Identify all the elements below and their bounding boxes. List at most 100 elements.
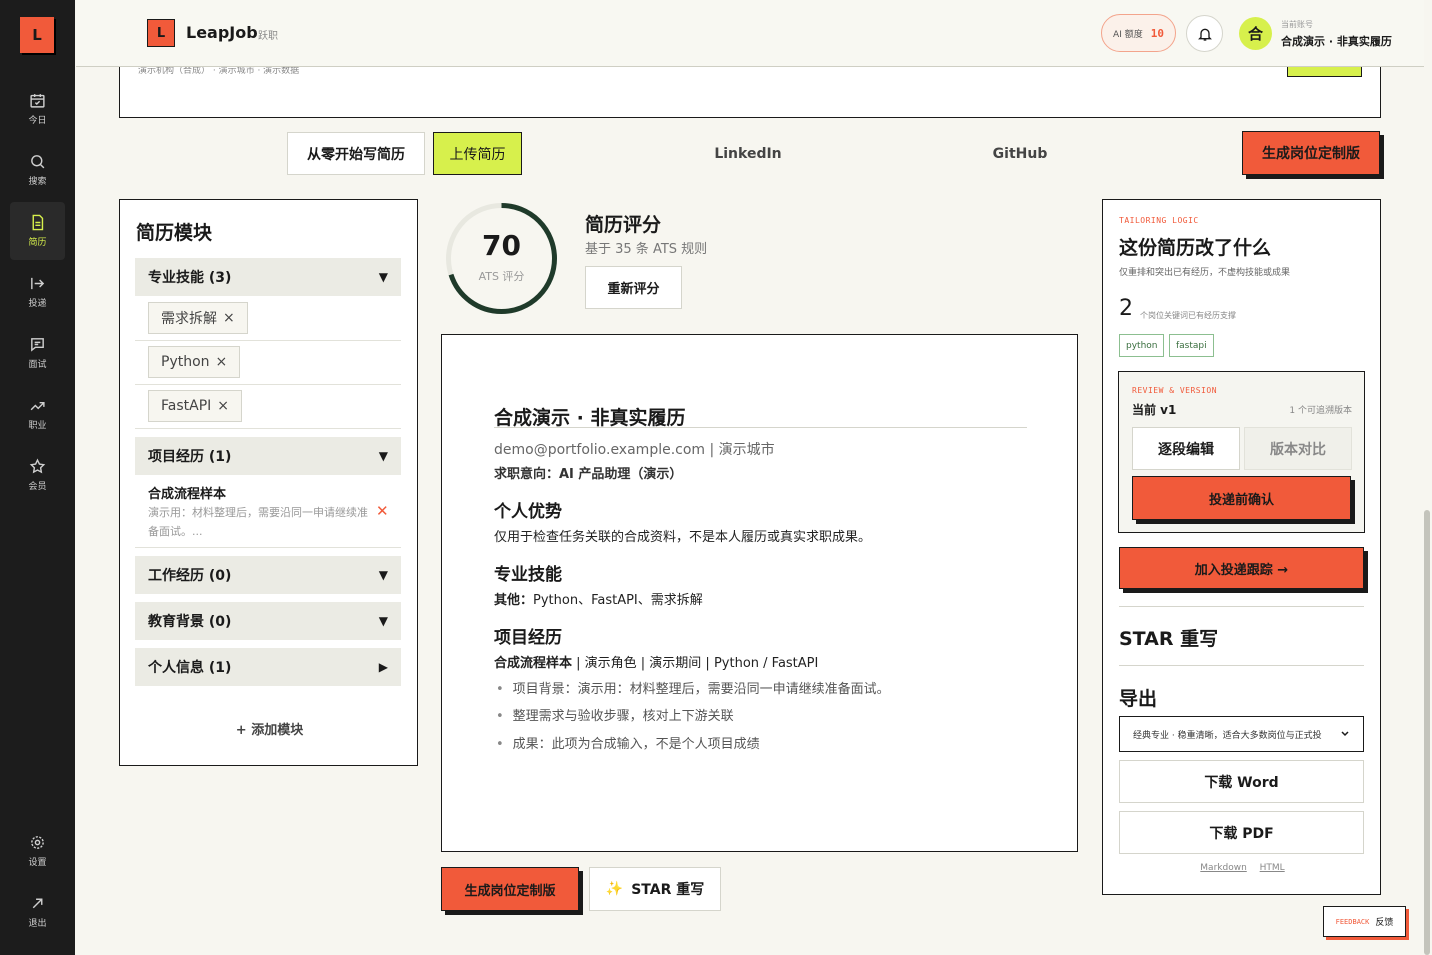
resume-name: 合成演示 · 非真实履历 bbox=[494, 407, 686, 429]
send-arrow-icon bbox=[31, 277, 45, 290]
star-rewrite-heading[interactable]: STAR 重写 bbox=[1119, 624, 1218, 651]
rescore-button[interactable]: 重新评分 bbox=[585, 266, 682, 309]
project-item-name[interactable]: 合成流程样本 bbox=[148, 483, 226, 502]
divider bbox=[1119, 606, 1364, 607]
tailoring-panel: TAILORING LOGIC 这份简历改了什么 仅重排和突出已有经历，不虚构技… bbox=[1102, 199, 1381, 895]
project-line: 合成流程样本 | 演示角色 | 演示期间 | Python / FastAPI bbox=[494, 652, 818, 671]
edit-sections-button[interactable]: 逐段编辑 bbox=[1132, 427, 1240, 470]
avatar[interactable]: 合 bbox=[1239, 17, 1272, 50]
compare-versions-button[interactable]: 版本对比 bbox=[1244, 427, 1352, 470]
ai-quota-badge[interactable]: AI 额度 10 bbox=[1101, 14, 1176, 52]
module-header-work[interactable]: 工作经历 (0) ▼ bbox=[135, 556, 401, 594]
quota-value: 10 bbox=[1150, 26, 1164, 40]
module-header-label: 个人信息 (1) bbox=[148, 660, 232, 676]
resume-intent: 求职意向：AI 产品助理（演示） bbox=[494, 467, 683, 482]
generate-tailored-button[interactable]: 生成岗位定制版 bbox=[1242, 131, 1380, 175]
brand-name: LeapJob bbox=[186, 23, 258, 42]
remove-icon[interactable]: × bbox=[223, 310, 235, 326]
rail-item-search[interactable]: 搜索 bbox=[0, 141, 75, 199]
feedback-button[interactable]: FEEDBACK 反馈 bbox=[1323, 906, 1406, 937]
section-heading-skills: 专业技能 bbox=[494, 565, 562, 585]
export-html-link[interactable]: HTML bbox=[1260, 863, 1285, 873]
keyword-count: 2 bbox=[1119, 296, 1133, 321]
resume-contact: demo@portfolio.example.com | 演示城市 bbox=[494, 442, 775, 458]
rail-item-settings[interactable]: 设置 bbox=[0, 822, 75, 880]
export-links: Markdown HTML bbox=[1103, 863, 1382, 873]
add-to-tracking-button[interactable]: 加入投递跟踪 → bbox=[1119, 547, 1364, 589]
project-bullet: 项目背景：演示用：材料整理后，需要沿同一申请继续准备面试。 bbox=[496, 678, 890, 697]
section-heading-summary: 个人优势 bbox=[494, 502, 562, 522]
tab-linkedin[interactable]: LinkedIn bbox=[688, 132, 808, 175]
score-subtitle: 基于 35 条 ATS 规则 bbox=[585, 242, 708, 257]
tailoring-kicker: TAILORING LOGIC bbox=[1119, 216, 1199, 225]
skill-chip[interactable]: Python × bbox=[148, 346, 241, 378]
caret-down-icon: ▼ bbox=[378, 449, 388, 463]
rail-item-apply[interactable]: 投递 bbox=[0, 263, 75, 321]
tab-github[interactable]: GitHub bbox=[960, 132, 1080, 175]
generate-tailored-bottom-button[interactable]: 生成岗位定制版 bbox=[441, 867, 579, 911]
remove-icon[interactable]: × bbox=[216, 354, 228, 370]
remove-icon[interactable]: × bbox=[217, 398, 229, 414]
page-scrollbar[interactable] bbox=[1424, 510, 1430, 955]
delete-project-icon[interactable]: ✕ bbox=[376, 502, 389, 520]
trend-icon bbox=[30, 401, 45, 411]
rail-item-today[interactable]: 今日 bbox=[0, 80, 75, 138]
divider bbox=[1119, 665, 1364, 666]
account-name[interactable]: 合成演示 · 非真实履历 bbox=[1281, 33, 1392, 49]
rail-label: 简历 bbox=[28, 238, 47, 248]
top-header: L LeapJob 跃职 AI 额度 10 合 当前账号 合成演示 · 非真实履… bbox=[76, 0, 1424, 67]
rail-label: 搜索 bbox=[28, 177, 47, 187]
star-icon bbox=[29, 458, 46, 474]
template-select[interactable]: 经典专业 · 稳重清晰，适合大多数岗位与正式投 bbox=[1119, 716, 1364, 752]
download-pdf-button[interactable]: 下载 PDF bbox=[1119, 811, 1364, 854]
notifications-button[interactable] bbox=[1186, 15, 1223, 52]
export-markdown-link[interactable]: Markdown bbox=[1200, 863, 1246, 873]
rail-item-career[interactable]: 职业 bbox=[0, 385, 75, 443]
module-header-label: 教育背景 (0) bbox=[148, 614, 232, 630]
module-header-info[interactable]: 个人信息 (1) ▶ bbox=[135, 648, 401, 686]
module-header-education[interactable]: 教育背景 (0) ▼ bbox=[135, 602, 401, 640]
add-module-button[interactable]: + 添加模块 bbox=[120, 719, 419, 738]
tab-upload[interactable]: 上传简历 bbox=[433, 132, 522, 175]
rail-item-interview[interactable]: 面试 bbox=[0, 324, 75, 382]
skill-chip[interactable]: 需求拆解 × bbox=[148, 302, 248, 334]
skill-chip-label: FastAPI bbox=[161, 398, 212, 414]
scrolled-card: 演示机构（合成） · 演示城市 · 演示数据 bbox=[119, 66, 1381, 118]
rail-item-logout[interactable]: 退出 bbox=[0, 883, 75, 941]
divider bbox=[494, 427, 1027, 428]
skill-chip-label: Python bbox=[161, 354, 210, 370]
review-kicker: REVIEW & VERSION bbox=[1132, 386, 1218, 395]
score-title: 简历评分 bbox=[585, 214, 662, 236]
brand-subtitle: 跃职 bbox=[258, 31, 278, 42]
rail-item-resume[interactable]: 简历 bbox=[10, 202, 65, 260]
resume-modules-panel: 简历模块 专业技能 (3) ▼ 需求拆解 × Python × FastAPI … bbox=[119, 199, 418, 766]
keyword-count-label: 个岗位关键词已有经历支撑 bbox=[1140, 311, 1236, 320]
divider bbox=[135, 428, 401, 429]
skill-chip[interactable]: FastAPI × bbox=[148, 390, 243, 422]
pre-submit-confirm-button[interactable]: 投递前确认 bbox=[1132, 476, 1351, 520]
project-name: 合成流程样本 bbox=[494, 656, 573, 671]
scrolled-card-button[interactable] bbox=[1287, 67, 1362, 77]
quota-label: AI 额度 bbox=[1113, 29, 1143, 40]
version-count: 1 个可追溯版本 bbox=[1289, 406, 1352, 416]
rail-label: 面试 bbox=[28, 360, 47, 370]
tailoring-title: 这份简历改了什么 bbox=[1119, 237, 1272, 259]
chat-icon bbox=[31, 338, 44, 352]
app-logo[interactable]: L bbox=[20, 17, 54, 53]
feedback-label: 反馈 bbox=[1375, 918, 1394, 928]
skills-text: Python、FastAPI、需求拆解 bbox=[533, 593, 703, 608]
rail-label: 设置 bbox=[28, 858, 47, 868]
module-header-projects[interactable]: 项目经历 (1) ▼ bbox=[135, 437, 401, 475]
download-word-button[interactable]: 下载 Word bbox=[1119, 760, 1364, 803]
calendar-check-icon bbox=[30, 94, 45, 108]
left-rail: L 今日 搜索 简历 投递 面试 职业 会员 设置 退出 bbox=[0, 0, 75, 955]
star-rewrite-button[interactable]: ✨ STAR 重写 bbox=[589, 867, 721, 911]
keyword-tag: python bbox=[1119, 334, 1165, 357]
brand-logo[interactable]: L bbox=[147, 19, 175, 47]
module-header-skills[interactable]: 专业技能 (3) ▼ bbox=[135, 258, 401, 296]
project-item-desc: 演示用：材料整理后，需要沿同一申请继续准备面试。... bbox=[148, 506, 368, 538]
sparkle-icon: ✨ bbox=[605, 881, 624, 897]
caret-down-icon: ▼ bbox=[378, 614, 388, 628]
tab-scratch[interactable]: 从零开始写简历 bbox=[287, 132, 425, 175]
rail-item-member[interactable]: 会员 bbox=[0, 446, 75, 504]
